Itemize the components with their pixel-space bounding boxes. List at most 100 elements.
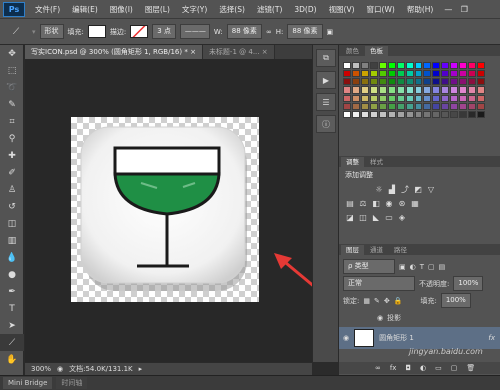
stroke-type-select[interactable]: ——— <box>179 24 210 39</box>
lock-transparency-icon[interactable]: ▦ <box>363 297 370 305</box>
type-tool-icon[interactable]: T <box>0 300 24 317</box>
fill-input[interactable]: 100% <box>440 293 471 308</box>
black-white-icon[interactable]: ◧ <box>371 199 381 209</box>
swatch-cell[interactable] <box>450 62 459 70</box>
filter-type-icon[interactable]: T <box>420 263 424 271</box>
new-group-icon[interactable]: ▭ <box>435 364 442 372</box>
swatch-cell[interactable] <box>351 94 360 102</box>
hue-saturation-icon[interactable]: ▤ <box>345 199 355 209</box>
menu-type[interactable]: 文字(Y) <box>176 4 213 15</box>
swatch-cell[interactable] <box>369 102 378 110</box>
brush-tool-icon[interactable]: ✐ <box>0 164 24 181</box>
swatch-cell[interactable] <box>459 62 468 70</box>
swatch-cell[interactable] <box>441 94 450 102</box>
swatch-cell[interactable] <box>369 94 378 102</box>
history-panel-icon[interactable]: ⧉ <box>316 49 336 67</box>
eraser-tool-icon[interactable]: ◫ <box>0 215 24 232</box>
actions-panel-icon[interactable]: ▶ <box>316 71 336 89</box>
status-info-icon[interactable]: ◉ <box>57 365 63 373</box>
swatch-cell[interactable] <box>405 86 414 94</box>
add-mask-icon[interactable]: ◘ <box>405 364 411 372</box>
swatch-cell[interactable] <box>423 70 432 78</box>
levels-icon[interactable]: ▟ <box>387 185 397 195</box>
tab-close-icon[interactable]: × <box>262 48 268 56</box>
swatch-cell[interactable] <box>414 86 423 94</box>
link-icon[interactable]: ∞ <box>266 28 272 36</box>
swatch-cell[interactable] <box>432 110 441 118</box>
swatch-cell[interactable] <box>378 102 387 110</box>
swatch-cell[interactable] <box>477 94 485 102</box>
crop-tool-icon[interactable]: ⌗ <box>0 113 24 130</box>
swatch-cell[interactable] <box>387 86 396 94</box>
tab-close-icon[interactable]: × <box>190 48 196 56</box>
swatch-grid[interactable] <box>343 62 485 118</box>
swatch-cell[interactable] <box>414 78 423 86</box>
tab-styles[interactable]: 样式 <box>365 157 388 167</box>
swatch-cell[interactable] <box>477 86 485 94</box>
swatch-cell[interactable] <box>387 70 396 78</box>
posterize-icon[interactable]: ◫ <box>358 213 368 223</box>
swatch-cell[interactable] <box>441 102 450 110</box>
layer-kind-filter[interactable]: ρ 类型 <box>343 259 395 274</box>
swatch-cell[interactable] <box>343 78 351 86</box>
line-tool-icon[interactable]: ⟋ <box>0 334 24 351</box>
hand-tool-icon[interactable]: ✋ <box>0 351 24 368</box>
swatch-cell[interactable] <box>360 110 369 118</box>
swatch-cell[interactable] <box>459 86 468 94</box>
swatch-cell[interactable] <box>450 78 459 86</box>
layer-name[interactable]: 圆角矩形 1 <box>379 333 414 343</box>
properties-panel-icon[interactable]: ☰ <box>316 93 336 111</box>
swatch-cell[interactable] <box>387 110 396 118</box>
path-operations-icon[interactable]: ▣ <box>327 28 334 36</box>
swatch-cell[interactable] <box>387 62 396 70</box>
tab-layers[interactable]: 图层 <box>341 245 364 255</box>
swatch-cell[interactable] <box>343 70 351 78</box>
swatch-cell[interactable] <box>477 110 485 118</box>
swatch-cell[interactable] <box>459 102 468 110</box>
minimize-button[interactable]: — <box>441 3 455 16</box>
swatch-cell[interactable] <box>396 62 405 70</box>
dodge-tool-icon[interactable]: ● <box>0 266 24 283</box>
swatch-cell[interactable] <box>378 70 387 78</box>
color-balance-icon[interactable]: ⚖ <box>358 199 368 209</box>
swatch-cell[interactable] <box>423 62 432 70</box>
filter-pixel-icon[interactable]: ▣ <box>399 263 406 271</box>
swatch-cell[interactable] <box>351 70 360 78</box>
brightness-icon[interactable]: ☼ <box>374 185 384 195</box>
swatch-cell[interactable] <box>468 70 477 78</box>
zoom-level[interactable]: 300% <box>31 365 51 373</box>
swatch-cell[interactable] <box>360 62 369 70</box>
swatch-cell[interactable] <box>468 78 477 86</box>
swatch-cell[interactable] <box>387 102 396 110</box>
tab-timeline[interactable]: 时间轴 <box>56 377 88 389</box>
stroke-swatch[interactable] <box>130 25 149 38</box>
swatch-cell[interactable] <box>343 102 351 110</box>
swatch-cell[interactable] <box>441 62 450 70</box>
swatch-cell[interactable] <box>432 102 441 110</box>
vibrance-icon[interactable]: ▽ <box>426 185 436 195</box>
swatch-cell[interactable] <box>468 62 477 70</box>
swatch-cell[interactable] <box>396 70 405 78</box>
blur-tool-icon[interactable]: 💧 <box>0 249 24 266</box>
swatch-cell[interactable] <box>450 94 459 102</box>
filter-adjust-icon[interactable]: ◐ <box>410 263 416 271</box>
delete-layer-icon[interactable]: 🗑 <box>466 364 475 372</box>
swatch-cell[interactable] <box>432 94 441 102</box>
swatch-cell[interactable] <box>441 110 450 118</box>
gradient-tool-icon[interactable]: ▥ <box>0 232 24 249</box>
filter-smart-icon[interactable]: ▤ <box>439 263 446 271</box>
swatch-cell[interactable] <box>351 110 360 118</box>
layer-row-rounded-rect[interactable]: ◉ 圆角矩形 1 fx <box>339 327 500 349</box>
swatch-cell[interactable] <box>351 78 360 86</box>
swatch-cell[interactable] <box>414 62 423 70</box>
swatch-cell[interactable] <box>414 102 423 110</box>
swatch-cell[interactable] <box>423 86 432 94</box>
swatch-cell[interactable] <box>396 102 405 110</box>
swatch-cell[interactable] <box>343 94 351 102</box>
lock-all-icon[interactable]: 🔒 <box>394 297 403 305</box>
swatch-cell[interactable] <box>396 94 405 102</box>
swatch-cell[interactable] <box>351 86 360 94</box>
menu-layer[interactable]: 图层(L) <box>139 4 176 15</box>
swatch-cell[interactable] <box>360 78 369 86</box>
menu-3d[interactable]: 3D(D) <box>288 5 322 14</box>
